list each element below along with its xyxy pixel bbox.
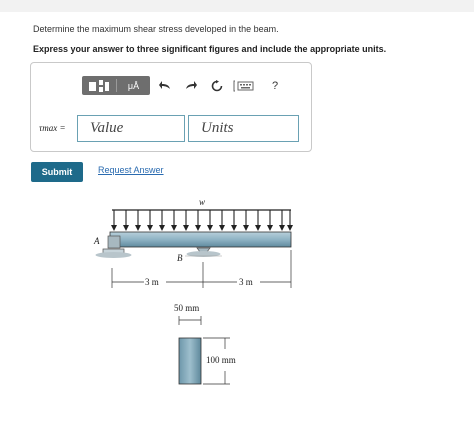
support-b-label: B (177, 253, 183, 263)
beam-figure: w A B 3 m 3 m 50 mm 100 mm (93, 197, 293, 385)
support-a-label: A (93, 236, 100, 246)
section-width-dimension (178, 316, 202, 325)
beam-cross-section (178, 337, 202, 385)
section-width-label: 50 mm (174, 303, 199, 313)
section-height-label: 100 mm (206, 355, 236, 365)
span-2-label: 3 m (239, 277, 253, 287)
beam (109, 231, 292, 248)
load-label: w (199, 197, 205, 207)
distributed-load (111, 209, 293, 231)
span-1-label: 3 m (145, 277, 159, 287)
support-b (185, 247, 222, 257)
